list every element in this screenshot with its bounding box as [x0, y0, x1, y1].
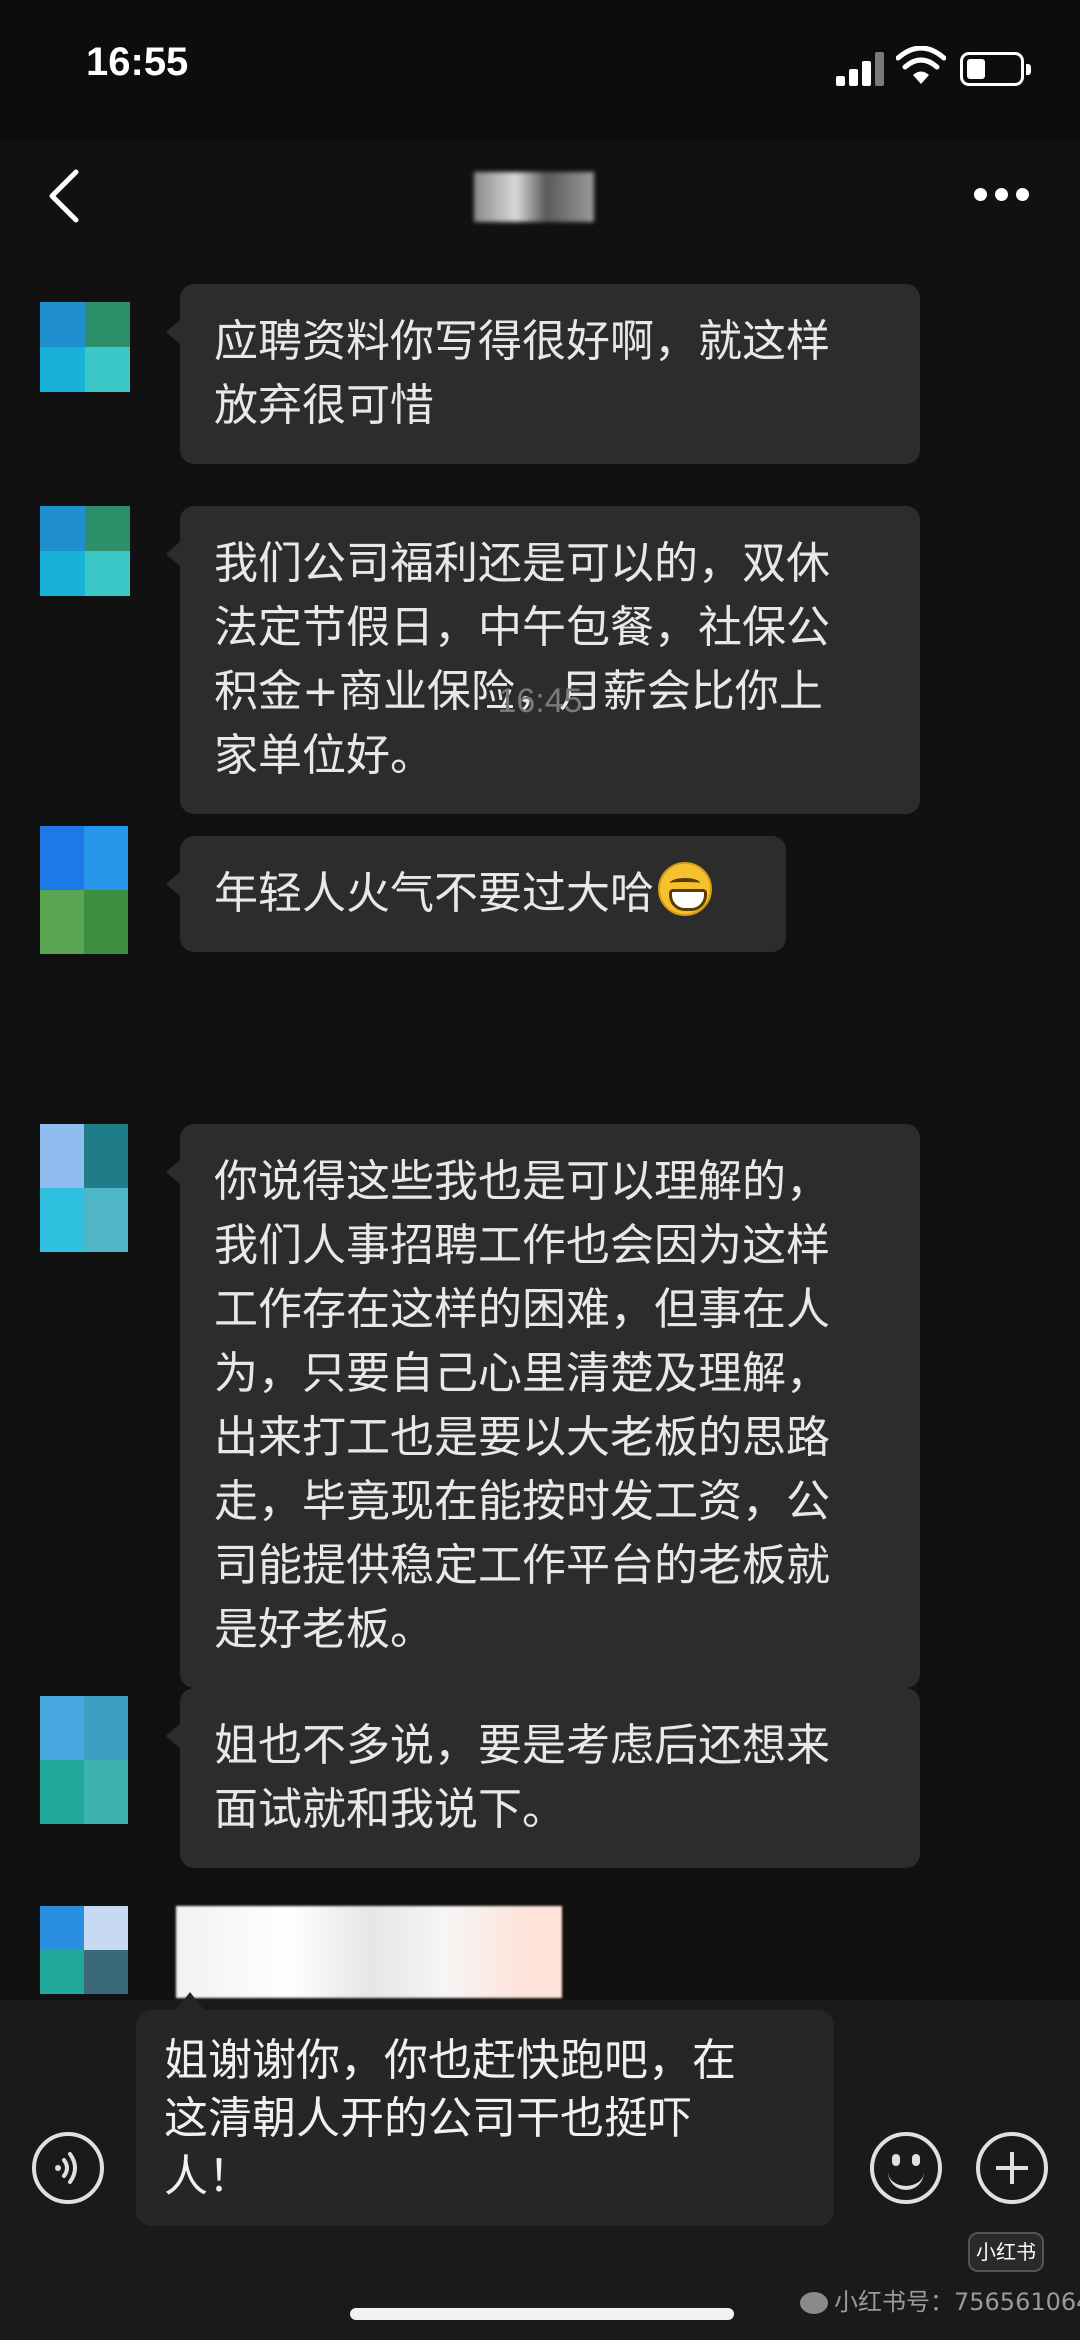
voice-icon[interactable]	[32, 2132, 104, 2204]
message-bubble[interactable]: 姐也不多说，要是考虑后还想来 面试就和我说下。	[166, 1688, 920, 1868]
message-text: 姐也不多说，要是考虑后还想来	[214, 1720, 830, 1771]
watermark-text: 小红书号：7565610643	[834, 2288, 1080, 2316]
avatar[interactable]	[40, 506, 130, 596]
reply-caption-bubble: 姐谢谢你，你也赶快跑吧，在 这清朝人开的公司干也挺吓 人！	[136, 1992, 834, 2226]
message-text: 是好老板。	[214, 1604, 434, 1655]
message-text: 我们人事招聘工作也会因为这样	[214, 1220, 830, 1271]
home-indicator[interactable]	[350, 2308, 734, 2320]
message-text: 法定节假日，中午包餐，社保公	[214, 602, 830, 653]
avatar[interactable]	[40, 1696, 128, 1824]
signal-icon	[836, 52, 886, 86]
status-bar: 16:55	[0, 0, 1080, 140]
voice-wave-icon	[55, 2152, 77, 2184]
avatar[interactable]	[40, 1124, 128, 1252]
avatar[interactable]	[40, 826, 128, 954]
message-bubble[interactable]: 你说得这些我也是可以理解的， 我们人事招聘工作也会因为这样 工作存在这样的困难，…	[166, 1124, 920, 1688]
message-bubble[interactable]: 我们公司福利还是可以的，双休 法定节假日，中午包餐，社保公 积金+商业保险，月薪…	[166, 506, 920, 814]
status-time: 16:55	[86, 40, 189, 84]
wechat-icon	[800, 2292, 828, 2314]
message-text: 放弃很可惜	[214, 380, 434, 431]
chevron-left-icon[interactable]	[38, 160, 98, 230]
reply-text: 人！	[164, 2151, 252, 2202]
chat-header	[0, 140, 1080, 260]
grinning-face-icon	[658, 862, 712, 916]
message-text: 应聘资料你写得很好啊，就这样	[214, 316, 830, 367]
message-text: 我们公司福利还是可以的，双休	[214, 538, 830, 589]
message-text: 司能提供稳定工作平台的老板就	[214, 1540, 830, 1591]
contact-name-redacted	[474, 172, 594, 222]
reply-text: 这清朝人开的公司干也挺吓	[164, 2093, 692, 2144]
message-bubble[interactable]: 年轻人火气不要过大哈	[166, 836, 786, 952]
redacted-message-bubble[interactable]	[176, 1906, 562, 1998]
plus-icon[interactable]	[976, 2132, 1048, 2204]
avatar[interactable]	[40, 302, 130, 392]
smile-icon[interactable]	[870, 2132, 942, 2204]
chat-message-list[interactable]: 应聘资料你写得很好啊，就这样 放弃很可惜 我们公司福利还是可以的，双休 法定节假…	[0, 260, 1080, 2040]
message-text: 面试就和我说下。	[214, 1784, 566, 1835]
message-text: 年轻人火气不要过大哈	[214, 868, 654, 919]
message-text: 为，只要自己心里清楚及理解，	[214, 1348, 830, 1399]
more-dots-icon[interactable]	[974, 188, 1030, 204]
avatar[interactable]	[40, 1906, 128, 1994]
wifi-icon	[896, 46, 946, 84]
message-text: 家单位好。	[214, 730, 434, 781]
watermark: 小红书号：7565610643	[800, 2282, 1080, 2317]
message-text: 工作存在这样的困难，但事在人	[214, 1284, 830, 1335]
reply-text: 姐谢谢你，你也赶快跑吧，在	[164, 2035, 736, 2086]
xiaohongshu-badge: 小红书	[968, 2232, 1044, 2272]
message-text: 出来打工也是要以大老板的思路	[214, 1412, 830, 1463]
battery-icon	[960, 52, 1031, 86]
message-timestamp: 16:45	[497, 682, 583, 720]
message-bubble[interactable]: 应聘资料你写得很好啊，就这样 放弃很可惜	[166, 284, 920, 464]
message-text: 你说得这些我也是可以理解的，	[214, 1156, 830, 1207]
message-text: 走，毕竟现在能按时发工资，公	[214, 1476, 830, 1527]
